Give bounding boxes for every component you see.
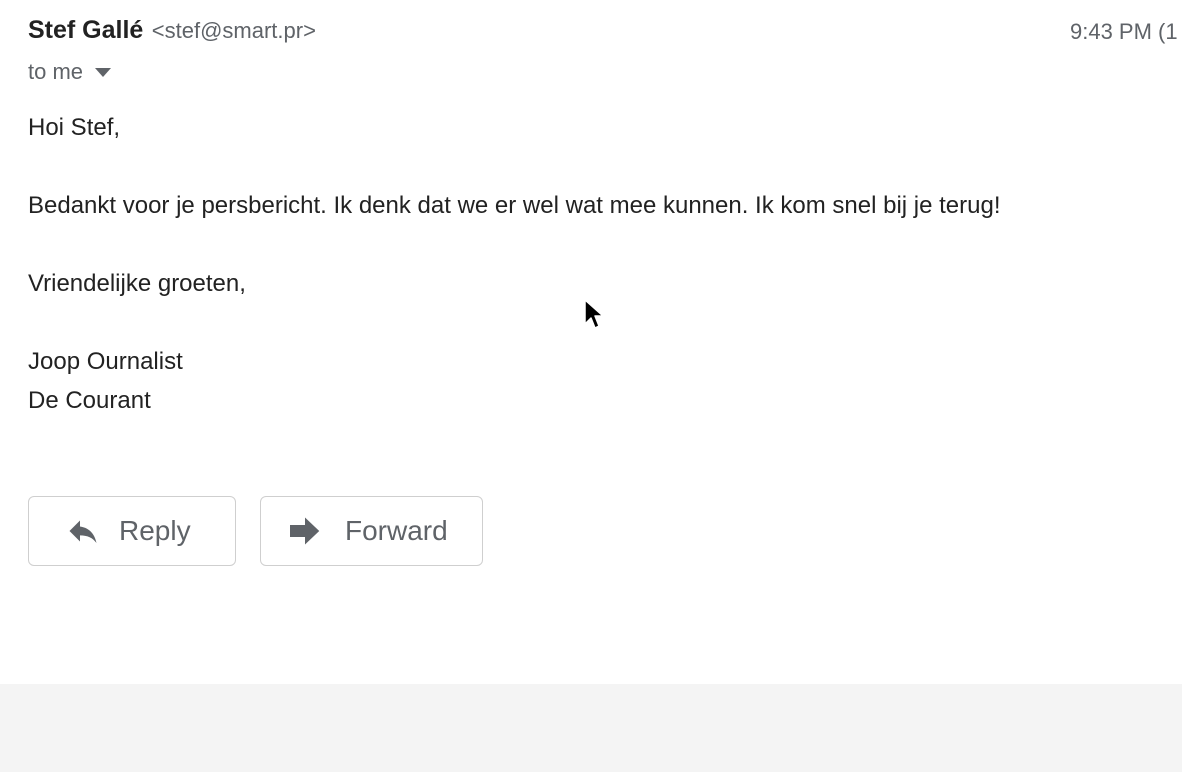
recipient-label: to me <box>28 59 84 84</box>
message-timestamp: 9:43 PM (1 <box>1070 19 1178 44</box>
chevron-down-icon[interactable] <box>95 67 112 77</box>
signature-name: Joop Ournalist <box>28 348 183 375</box>
message-greeting: Hoi Stef, <box>28 114 121 141</box>
recipient-details-toggle[interactable]: to me <box>28 59 112 85</box>
forward-button[interactable]: Forward <box>260 496 483 566</box>
forward-arrow-icon <box>287 513 323 549</box>
signature-organization: De Courant <box>28 387 151 414</box>
forward-label: Forward <box>345 515 448 546</box>
message-view: Stef Gallé <stef@smart.pr> 9:43 PM (1 to… <box>0 0 1182 684</box>
page-footer-area <box>0 684 1182 772</box>
sender-email: <stef@smart.pr> <box>151 18 316 43</box>
message-paragraph: Bedankt voor je persbericht. Ik denk dat… <box>28 192 1001 219</box>
reply-label: Reply <box>119 515 191 546</box>
sender-name[interactable]: Stef Gallé <box>28 16 143 44</box>
email-page: Stef Gallé <stef@smart.pr> 9:43 PM (1 to… <box>0 0 1182 772</box>
message-closing: Vriendelijke groeten, <box>28 270 246 297</box>
reply-arrow-icon <box>65 513 101 549</box>
reply-button[interactable]: Reply <box>28 496 236 566</box>
sender-header: Stef Gallé <stef@smart.pr> <box>28 16 316 45</box>
